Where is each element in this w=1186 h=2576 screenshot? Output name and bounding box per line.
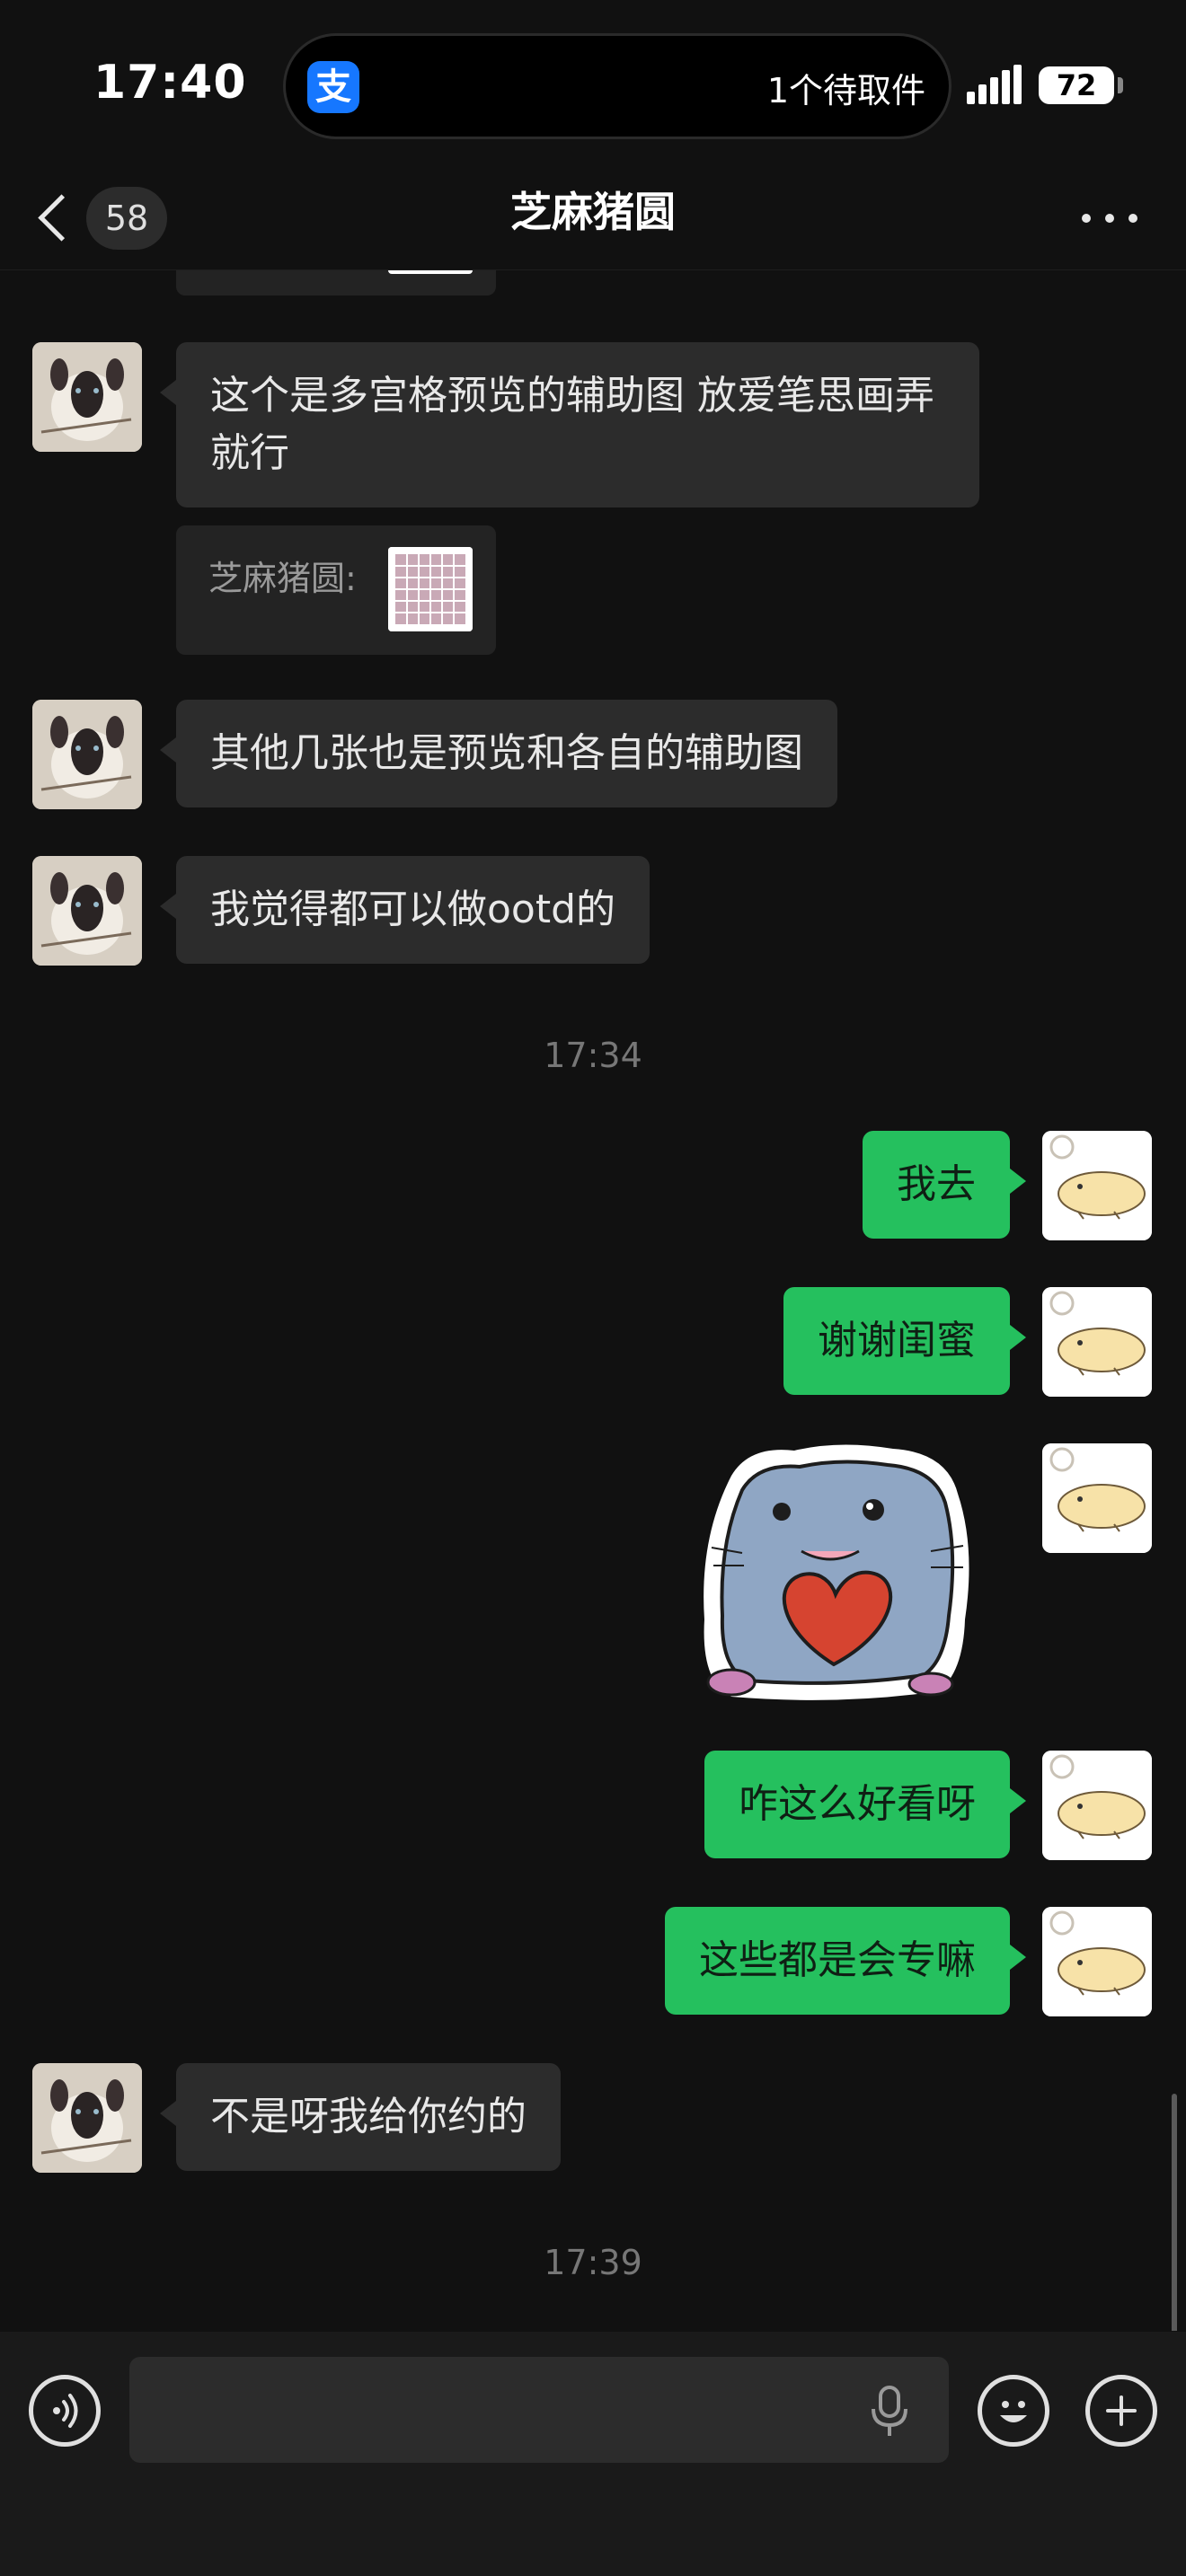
previous-quote-fragment: [176, 270, 496, 296]
message-bubble-outgoing[interactable]: 我去: [863, 1131, 1026, 1239]
message-text: 其他几张也是预览和各自的辅助图: [210, 730, 803, 776]
message-bubble-incoming[interactable]: 其他几张也是预览和各自的辅助图: [160, 700, 837, 807]
cellular-signal-icon: [967, 65, 1028, 108]
chat-header: 芝麻猪圆 58: [0, 171, 1186, 270]
my-avatar[interactable]: [1042, 1751, 1152, 1860]
status-bar: 17:40 支 1个待取件 72: [0, 0, 1186, 171]
my-avatar[interactable]: [1042, 1287, 1152, 1397]
message-text: 不是呀我给你约的: [210, 2094, 527, 2139]
message-text: 我觉得都可以做ootd的: [210, 887, 616, 932]
message-text: 咋这么好看呀: [739, 1781, 976, 1827]
voice-mode-button[interactable]: [29, 2375, 101, 2447]
battery-icon: 72: [1039, 66, 1114, 104]
scrollbar[interactable]: [1172, 2094, 1177, 2331]
message-bubble-outgoing[interactable]: 这些都是会专嘛: [665, 1907, 1026, 2015]
message-bubble-incoming[interactable]: 我觉得都可以做ootd的: [159, 856, 651, 964]
battery-nub: [1118, 77, 1123, 93]
dynamic-island[interactable]: 支 1个待取件: [286, 36, 949, 137]
more-dots-icon: [1082, 214, 1091, 223]
message-bubble-outgoing[interactable]: 谢谢闺蜜: [783, 1287, 1026, 1395]
message-bubble-incoming[interactable]: 不是呀我给你约的: [160, 2063, 561, 2171]
plus-icon: [1106, 2395, 1137, 2426]
chat-title: 芝麻猪圆: [510, 188, 676, 236]
message-list[interactable]: 这个是多宫格预览的辅助图 放爱笔思画弄就行 芝麻猪圆: 其他几张也是预览和各自的…: [0, 270, 1186, 2331]
message-timestamp: 17:39: [544, 2243, 642, 2282]
quoted-message[interactable]: 芝麻猪圆:: [176, 525, 496, 655]
message-text: 这些都是会专嘛: [699, 1937, 976, 1983]
contact-avatar[interactable]: [32, 856, 142, 966]
hamster-holding-heart-sticker[interactable]: [695, 1440, 979, 1707]
quote-sender: 芝麻猪圆:: [208, 559, 357, 598]
emoji-icon: [1000, 2401, 1027, 2422]
my-avatar[interactable]: [1042, 1907, 1152, 2016]
unread-count-badge: 58: [86, 187, 167, 250]
message-bubble-incoming[interactable]: 这个是多宫格预览的辅助图 放爱笔思画弄就行: [160, 342, 979, 507]
grid-image-thumbnail: [388, 270, 473, 274]
contact-avatar[interactable]: [32, 700, 142, 809]
alipay-icon: 支: [307, 61, 359, 113]
message-text: 谢谢闺蜜: [818, 1318, 976, 1363]
message-input[interactable]: [129, 2357, 949, 2463]
my-avatar[interactable]: [1042, 1443, 1152, 1553]
input-bar: [0, 2332, 1186, 2576]
status-time: 17:40: [93, 56, 247, 110]
chevron-left-icon: [38, 194, 85, 242]
contact-avatar[interactable]: [32, 2063, 142, 2173]
message-text: 这个是多宫格预览的辅助图 放爱笔思画弄就行: [210, 373, 934, 476]
my-avatar[interactable]: [1042, 1131, 1152, 1240]
grid-image-thumbnail: [388, 547, 473, 631]
message-bubble-outgoing[interactable]: 咋这么好看呀: [704, 1751, 1026, 1858]
message-text: 我去: [897, 1161, 976, 1207]
emoji-button[interactable]: [978, 2375, 1049, 2447]
contact-avatar[interactable]: [32, 342, 142, 452]
message-timestamp: 17:34: [544, 1036, 642, 1075]
microphone-icon[interactable]: [868, 2384, 911, 2438]
back-button[interactable]: 58: [32, 185, 176, 253]
more-functions-button[interactable]: [1085, 2375, 1157, 2447]
pickup-notice: 1个待取件: [766, 71, 925, 110]
more-options-button[interactable]: [1075, 189, 1146, 246]
more-dots-icon: [1128, 214, 1137, 223]
more-dots-icon: [1105, 214, 1114, 223]
voice-mode-icon: [53, 2394, 78, 2428]
